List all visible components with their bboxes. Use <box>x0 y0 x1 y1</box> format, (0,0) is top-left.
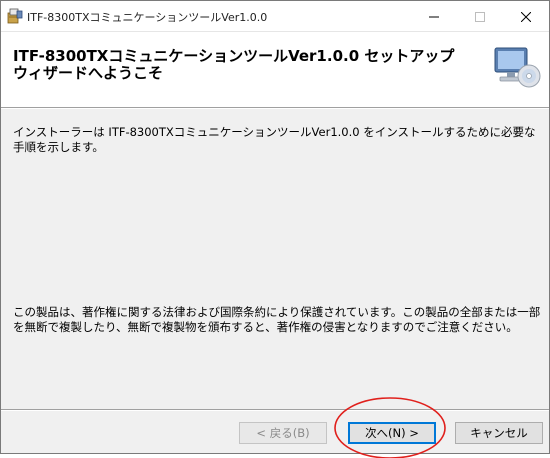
minimize-icon <box>429 7 439 26</box>
window-title: ITF-8300TXコミュニケーションツールVer1.0.0 <box>27 11 268 24</box>
header-divider <box>1 108 549 109</box>
back-button: < 戻る(B) <box>239 422 327 444</box>
close-icon <box>520 7 532 26</box>
installer-icon <box>7 8 23 24</box>
title-bar[interactable]: ITF-8300TXコミュニケーションツールVer1.0.0 <box>1 1 549 32</box>
next-button[interactable]: 次へ(N) > <box>348 422 436 444</box>
maximize-icon <box>475 7 485 26</box>
intro-text: インストーラーは ITF-8300TXコミュニケーションツールVer1.0.0 … <box>13 125 536 154</box>
minimize-button[interactable] <box>411 1 457 31</box>
installer-window: ITF-8300TXコミュニケーションツールVer1.0.0 ITF-8300T… <box>0 0 550 454</box>
computer-cd-icon <box>493 44 541 92</box>
close-button[interactable] <box>503 1 549 31</box>
footer-divider-highlight <box>1 410 549 411</box>
wizard-header: ITF-8300TXコミュニケーションツールVer1.0.0 セットアップ ウィ… <box>1 32 549 108</box>
copyright-notice: この製品は、著作権に関する法律および国際条約により保護されています。この製品の全… <box>13 305 541 334</box>
wizard-title: ITF-8300TXコミュニケーションツールVer1.0.0 セットアップ ウィ… <box>13 47 455 82</box>
maximize-button <box>457 1 503 31</box>
cancel-button[interactable]: キャンセル <box>455 422 543 444</box>
